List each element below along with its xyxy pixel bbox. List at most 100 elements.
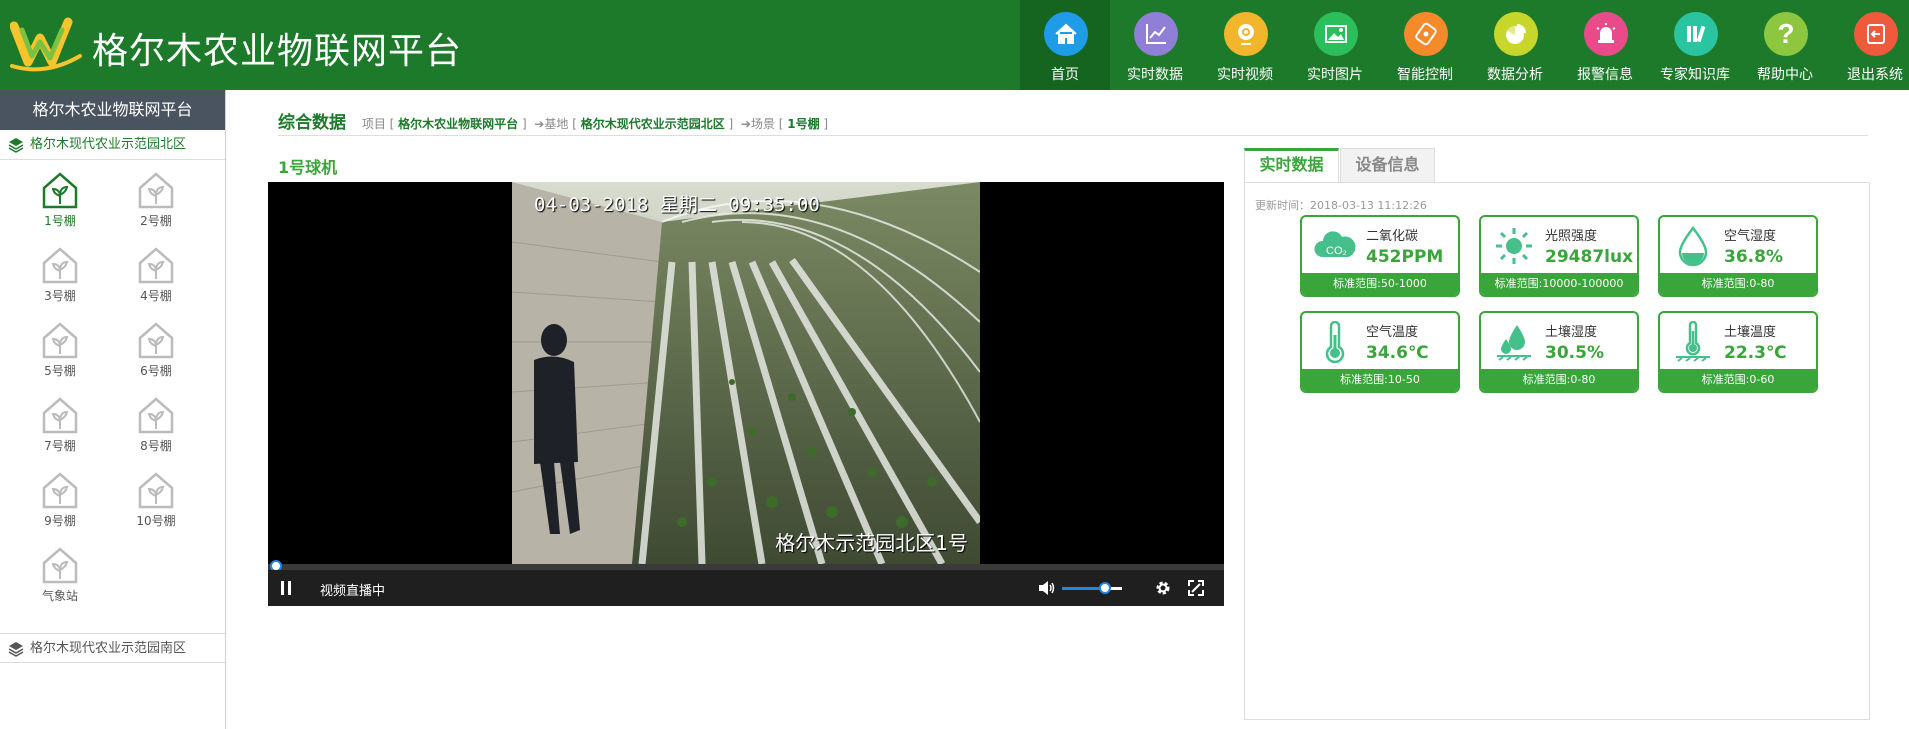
greenhouse-icon — [138, 247, 174, 284]
tab-realtime-data[interactable]: 实时数据 — [1244, 148, 1339, 182]
nav-realtime-video[interactable]: 实时视频 — [1200, 0, 1290, 90]
nav-label: 报警信息 — [1577, 67, 1633, 83]
camera-title: 1号球机 — [278, 158, 338, 177]
water-drop-icon — [1678, 225, 1708, 267]
nav-smart-control[interactable]: 智能控制 — [1380, 0, 1470, 90]
greenhouse-icon — [138, 397, 174, 434]
greenhouse-icon — [138, 472, 174, 509]
house-label: 5号棚 — [44, 364, 76, 378]
webcam-icon — [1224, 12, 1268, 56]
sensor-name: 土壤湿度 — [1545, 325, 1598, 340]
svg-text:CO₂: CO₂ — [1326, 245, 1347, 257]
home-icon — [1044, 12, 1088, 56]
crumb-project[interactable]: 格尔木农业物联网平台 — [398, 117, 518, 131]
nav-realtime-picture[interactable]: 实时图片 — [1290, 0, 1380, 90]
nav-label: 实时图片 — [1307, 67, 1363, 83]
video-osd-time: 04-03-2018 星期二 09:35:00 — [534, 194, 820, 216]
greenhouse-icon — [42, 397, 78, 434]
sensor-card-soil-humidity[interactable]: 土壤湿度 30.5% 标准范围:0-80 — [1479, 311, 1639, 393]
greenhouse-list: 1号棚 2号棚 3号棚 4号棚 5号棚 6号棚 7号棚 8号棚 9号棚 10号棚… — [0, 160, 225, 633]
house-10[interactable]: 10号棚 — [116, 470, 196, 536]
realtime-tabs: 实时数据 设备信息 — [1244, 148, 1435, 182]
house-2[interactable]: 2号棚 — [116, 170, 196, 236]
sensor-name: 空气湿度 — [1724, 229, 1777, 244]
video-player[interactable]: 04-03-2018 星期二 09:35:00 格尔木示范园北区1号 视频直播中 — [268, 182, 1224, 606]
pause-icon[interactable] — [278, 580, 294, 596]
house-label: 7号棚 — [44, 439, 76, 453]
house-label: 9号棚 — [44, 514, 76, 528]
soil-thermometer-icon — [1676, 321, 1710, 362]
nav-label: 实时数据 — [1127, 67, 1183, 83]
sensor-range: 标准范围:0-80 — [1481, 369, 1637, 391]
house-label: 2号棚 — [140, 214, 172, 228]
greenhouse-icon — [42, 472, 78, 509]
sensor-card-air-humidity[interactable]: 空气湿度 36.8% 标准范围:0-80 — [1658, 215, 1818, 297]
sun-icon — [1496, 228, 1532, 264]
sidebar-title: 格尔木农业物联网平台 — [0, 90, 225, 130]
pie-chart-icon — [1494, 12, 1538, 56]
house-label: 1号棚 — [44, 214, 76, 228]
house-9[interactable]: 9号棚 — [20, 470, 100, 536]
house-5[interactable]: 5号棚 — [20, 320, 100, 386]
greenhouse-icon — [42, 547, 78, 584]
greenhouse-video-image — [512, 182, 980, 564]
sensor-value: 452PPM — [1366, 247, 1444, 267]
group-south-header[interactable]: 格尔木现代农业示范园南区 — [0, 633, 225, 663]
sensor-card-soil-temperature[interactable]: 土壤温度 22.3℃ 标准范围:0-60 — [1658, 311, 1818, 393]
logo-icon — [10, 17, 82, 72]
house-1[interactable]: 1号棚 — [20, 170, 100, 236]
sensor-value: 36.8% — [1724, 247, 1783, 267]
house-label: 8号棚 — [140, 439, 172, 453]
nav-realtime-data[interactable]: 实时数据 — [1110, 0, 1200, 90]
nav-alarm-info[interactable]: 报警信息 — [1560, 0, 1650, 90]
house-label: 4号棚 — [140, 289, 172, 303]
house-7[interactable]: 7号棚 — [20, 395, 100, 461]
house-label: 10号棚 — [136, 514, 176, 528]
picture-icon — [1314, 12, 1358, 56]
nav-knowledge-base[interactable]: 专家知识库 — [1650, 0, 1740, 90]
crumb-base[interactable]: 格尔木现代农业示范园北区 — [581, 117, 725, 131]
alarm-icon — [1584, 12, 1628, 56]
sensor-card-light[interactable]: 光照强度 29487lux 标准范围:10000-100000 — [1479, 215, 1639, 297]
group-north-header[interactable]: 格尔木现代农业示范园北区 — [0, 130, 225, 160]
sidebar: 格尔木农业物联网平台 格尔木现代农业示范园北区 1号棚 2号棚 3号棚 4号棚 … — [0, 90, 226, 729]
update-time: 更新时间：2018-03-13 11:12:26 — [1255, 199, 1427, 212]
sensor-value: 29487lux — [1545, 247, 1634, 267]
settings-gear-icon[interactable] — [1154, 579, 1172, 597]
crumb-base-label: 基地 — [544, 117, 569, 131]
nav-label: 智能控制 — [1397, 67, 1453, 83]
fullscreen-icon[interactable] — [1188, 580, 1204, 596]
house-6[interactable]: 6号棚 — [116, 320, 196, 386]
layers-icon — [8, 642, 24, 657]
player-controls: 视频直播中 — [268, 570, 1224, 606]
nav-data-analysis[interactable]: 数据分析 — [1470, 0, 1560, 90]
help-icon: ? — [1764, 12, 1808, 56]
house-4[interactable]: 4号棚 — [116, 245, 196, 311]
nav-label: 退出系统 — [1847, 67, 1903, 83]
greenhouse-icon — [42, 172, 78, 209]
volume-icon[interactable] — [1038, 580, 1056, 596]
crumb-scene[interactable]: 1号棚 — [787, 117, 819, 131]
top-header: 格尔木农业物联网平台 首页 实时数据 实时视频 实时图片 智能控制 数据分析 报… — [0, 0, 1909, 90]
sensor-value: 30.5% — [1545, 343, 1604, 363]
volume-knob[interactable] — [1099, 582, 1112, 594]
co2-cloud-icon: CO₂ — [1314, 231, 1356, 257]
house-3[interactable]: 3号棚 — [20, 245, 100, 311]
nav-help-center[interactable]: ? 帮助中心 — [1740, 0, 1830, 90]
tab-device-info[interactable]: 设备信息 — [1340, 148, 1435, 182]
control-icon — [1404, 12, 1448, 56]
house-label: 气象站 — [41, 589, 78, 603]
greenhouse-icon — [138, 172, 174, 209]
sensor-card-air-temperature[interactable]: 空气温度 34.6℃ 标准范围:10-50 — [1300, 311, 1460, 393]
sensor-value: 22.3℃ — [1724, 343, 1787, 363]
soil-drop-icon — [1497, 325, 1531, 361]
house-8[interactable]: 8号棚 — [116, 395, 196, 461]
nav-home[interactable]: 首页 — [1020, 0, 1110, 90]
nav-exit[interactable]: 退出系统 — [1830, 0, 1909, 90]
weather-station[interactable]: 气象站 — [20, 545, 100, 611]
arrow-right-icon: ➔ — [740, 117, 751, 131]
video-frame[interactable]: 04-03-2018 星期二 09:35:00 格尔木示范园北区1号 — [512, 182, 980, 564]
arrow-right-icon: ➔ — [534, 117, 545, 131]
sensor-card-co2[interactable]: CO₂ 二氧化碳 452PPM 标准范围:50-1000 — [1300, 215, 1460, 297]
nav-label: 实时视频 — [1217, 67, 1273, 83]
